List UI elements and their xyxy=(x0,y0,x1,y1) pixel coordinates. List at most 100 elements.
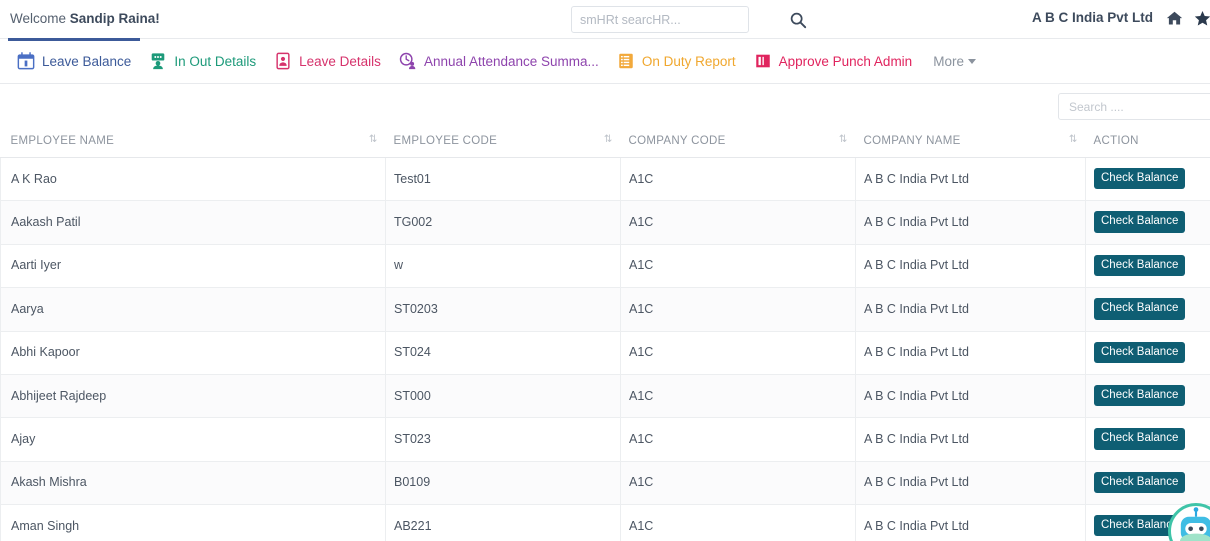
user-chat-icon xyxy=(149,52,167,70)
cell-company-name: A B C India Pvt Ltd xyxy=(856,505,1086,541)
cell-employee-code: B0109 xyxy=(386,461,621,504)
column-header-company-name[interactable]: COMPANY NAME ⇅ xyxy=(856,127,1086,158)
nav-item-label: Approve Punch Admin xyxy=(779,54,913,69)
cell-employee-code: ST0203 xyxy=(386,288,621,331)
cell-employee-code: TG002 xyxy=(386,201,621,244)
cell-company-name: A B C India Pvt Ltd xyxy=(856,374,1086,417)
table-row: Akash MishraB0109A1CA B C India Pvt LtdC… xyxy=(1,461,1210,504)
table-row: AaryaST0203A1CA B C India Pvt Ltd Check B… xyxy=(1,288,1210,331)
nav-item-annual-attendance-summary[interactable]: Annual Attendance Summa... xyxy=(390,39,608,84)
cell-employee-code: w xyxy=(386,244,621,287)
cell-employee-code: AB221 xyxy=(386,505,621,541)
cell-company-code: A1C xyxy=(621,331,856,374)
cell-employee-code: ST024 xyxy=(386,331,621,374)
clock-person-icon xyxy=(399,52,417,70)
star-icon[interactable] xyxy=(1194,10,1210,27)
cell-employee-code: ST000 xyxy=(386,374,621,417)
table-header: EMPLOYEE NAME ⇅ EMPLOYEE CODE ⇅ COMPANY … xyxy=(1,127,1210,158)
check-balance-button[interactable]: Check Balance xyxy=(1094,385,1185,406)
nav-item-on-duty-report[interactable]: On Duty Report xyxy=(608,39,745,84)
cell-company-code: A1C xyxy=(621,158,856,201)
cell-employee-name: Akash Mishra xyxy=(1,461,386,504)
cell-company-code: A1C xyxy=(621,288,856,331)
cell-action: Check Balance xyxy=(1086,331,1210,374)
search-icon[interactable] xyxy=(789,11,807,29)
nav-item-leave-balance[interactable]: Leave Balance xyxy=(8,39,140,84)
home-icon[interactable] xyxy=(1166,10,1183,27)
table-body: A K RaoTest01A1CA B C India Pvt LtdCheck… xyxy=(1,158,1210,541)
table-header-row: EMPLOYEE NAME ⇅ EMPLOYEE CODE ⇅ COMPANY … xyxy=(1,127,1210,158)
main-content: EMPLOYEE NAME ⇅ EMPLOYEE CODE ⇅ COMPANY … xyxy=(0,84,1210,541)
page-root: Welcome Sandip Raina! A B C India Pvt Lt… xyxy=(0,0,1210,541)
cell-company-code: A1C xyxy=(621,201,856,244)
cell-action: Check Balance xyxy=(1086,374,1210,417)
cell-employee-name: Abhijeet Rajdeep xyxy=(1,374,386,417)
cell-employee-name: Aman Singh xyxy=(1,505,386,541)
table-search-row xyxy=(0,84,1210,127)
cell-employee-name: Aarti Iyer xyxy=(1,244,386,287)
table-row: Aman SinghAB221A1CA B C India Pvt LtdChe… xyxy=(1,505,1210,541)
company-name-label: A B C India Pvt Ltd xyxy=(1032,10,1153,25)
cell-employee-name: Ajay xyxy=(1,418,386,461)
nav-item-in-out-details[interactable]: In Out Details xyxy=(140,39,265,84)
cell-company-code: A1C xyxy=(621,418,856,461)
cell-employee-name: Aakash Patil xyxy=(1,201,386,244)
table-row: Aakash PatilTG002A1CA B C India Pvt Ltd C… xyxy=(1,201,1210,244)
cell-employee-code: Test01 xyxy=(386,158,621,201)
cell-company-code: A1C xyxy=(621,244,856,287)
cell-action: Check Balance xyxy=(1086,158,1210,201)
cell-action: Check Balance xyxy=(1086,461,1210,504)
list-icon xyxy=(617,52,635,70)
cell-company-name: A B C India Pvt Ltd xyxy=(856,418,1086,461)
cell-employee-code: ST023 xyxy=(386,418,621,461)
cell-company-name: A B C India Pvt Ltd xyxy=(856,288,1086,331)
cell-employee-name: Aarya xyxy=(1,288,386,331)
nav-item-label: In Out Details xyxy=(174,54,256,69)
cell-company-name: A B C India Pvt Ltd xyxy=(856,331,1086,374)
column-header-company-code[interactable]: COMPANY CODE ⇅ xyxy=(621,127,856,158)
employee-table: EMPLOYEE NAME ⇅ EMPLOYEE CODE ⇅ COMPANY … xyxy=(0,127,1210,541)
column-header-employee-code[interactable]: EMPLOYEE CODE ⇅ xyxy=(386,127,621,158)
cell-company-code: A1C xyxy=(621,461,856,504)
cell-employee-name: A K Rao xyxy=(1,158,386,201)
sort-arrows-icon: ⇅ xyxy=(604,135,613,145)
cell-company-name: A B C India Pvt Ltd xyxy=(856,158,1086,201)
nav-item-label: Annual Attendance Summa... xyxy=(424,54,599,69)
table-row: Abhi KapoorST024A1CA B C India Pvt Ltd Ch… xyxy=(1,331,1210,374)
table-row: AjayST023A1CA B C India Pvt Ltd Check Bal… xyxy=(1,418,1210,461)
cell-action: Check Balance xyxy=(1086,418,1210,461)
cell-company-code: A1C xyxy=(621,505,856,541)
table-row: Aarti IyerwA1CA B C India Pvt Ltd Check B… xyxy=(1,244,1210,287)
check-balance-button[interactable]: Check Balance xyxy=(1094,472,1185,493)
check-balance-button[interactable]: Check Balance xyxy=(1094,168,1185,189)
column-header-employee-name[interactable]: EMPLOYEE NAME ⇅ xyxy=(1,127,386,158)
cell-action: Check Balance xyxy=(1086,201,1210,244)
welcome-prefix: Welcome xyxy=(10,11,70,26)
nav-more-label: More xyxy=(933,54,964,69)
sort-arrows-icon: ⇅ xyxy=(369,135,378,145)
top-header-bar: Welcome Sandip Raina! A B C India Pvt Lt… xyxy=(0,0,1210,39)
cell-employee-name: Abhi Kapoor xyxy=(1,331,386,374)
nav-item-approve-punch-admin[interactable]: Approve Punch Admin xyxy=(745,39,922,84)
check-balance-button[interactable]: Check Balance xyxy=(1094,211,1185,232)
check-balance-button[interactable]: Check Balance xyxy=(1094,255,1185,276)
cell-company-name: A B C India Pvt Ltd xyxy=(856,244,1086,287)
welcome-message: Welcome Sandip Raina! xyxy=(10,11,160,26)
table-search-input[interactable] xyxy=(1058,93,1210,120)
check-balance-button[interactable]: Check Balance xyxy=(1094,298,1185,319)
chevron-down-icon xyxy=(968,59,976,64)
global-search-input[interactable] xyxy=(571,6,749,33)
check-balance-button[interactable]: Check Balance xyxy=(1094,428,1185,449)
nav-more-dropdown[interactable]: More xyxy=(925,54,984,69)
document-person-icon xyxy=(274,52,292,70)
column-header-action[interactable]: ACTION xyxy=(1086,127,1210,158)
table-row: A K RaoTest01A1CA B C India Pvt Ltd Check… xyxy=(1,158,1210,201)
sort-arrows-icon: ⇅ xyxy=(839,135,848,145)
nav-item-leave-details[interactable]: Leave Details xyxy=(265,39,390,84)
cell-action: Check Balance xyxy=(1086,288,1210,331)
cell-company-code: A1C xyxy=(621,374,856,417)
calendar-icon xyxy=(17,52,35,70)
cell-company-name: A B C India Pvt Ltd xyxy=(856,201,1086,244)
check-balance-button[interactable]: Check Balance xyxy=(1094,342,1185,363)
cell-action: Check Balance xyxy=(1086,244,1210,287)
